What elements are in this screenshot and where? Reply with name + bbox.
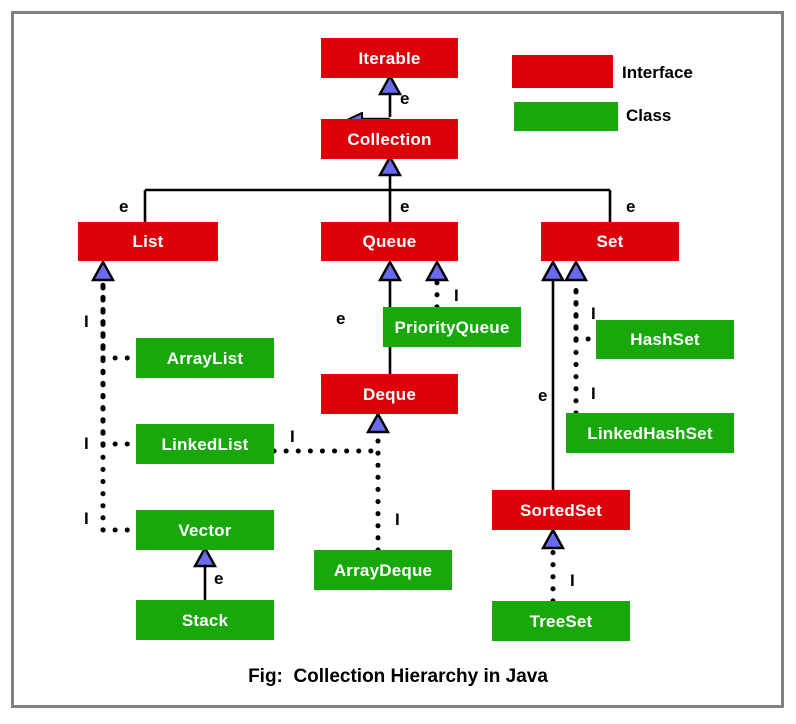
- legend-label-interface: Interface: [622, 63, 693, 82]
- node-set[interactable]: Set: [541, 222, 679, 261]
- legend-label-class: Class: [626, 106, 672, 125]
- node-hashset[interactable]: HashSet: [596, 320, 734, 359]
- node-list[interactable]: List: [78, 222, 218, 261]
- node-arraylist[interactable]: ArrayList: [136, 338, 274, 378]
- edge-label-arraydeque-deque: I: [395, 510, 400, 529]
- node-treeset[interactable]: TreeSet: [492, 601, 630, 641]
- node-label: HashSet: [630, 330, 700, 349]
- edge-label-list-collection: e: [119, 197, 129, 216]
- diagram-canvas: Iterable -->: [0, 0, 796, 724]
- node-label: Set: [596, 232, 624, 251]
- arrowhead-queue-deque: [377, 259, 403, 282]
- node-linkedlist[interactable]: LinkedList: [136, 424, 274, 464]
- arrowhead-sortedset-impl: [540, 527, 566, 550]
- node-label: ArrayDeque: [333, 560, 433, 580]
- legend-swatch-class: [514, 102, 618, 131]
- edge-label-linkedlist-deque: I: [290, 427, 295, 446]
- node-label: ArrayList: [166, 348, 244, 368]
- node-label: SortedSet: [519, 500, 603, 520]
- arrowhead-list-impl: [90, 259, 116, 282]
- node-stack[interactable]: Stack: [136, 600, 274, 640]
- arrowhead-set-sortedset: [540, 259, 566, 282]
- node-iterable[interactable]: Iterable: [321, 38, 458, 78]
- figure-caption: Fig: Collection Hierarchy in Java: [248, 666, 548, 687]
- edge-label-vector-list: I: [84, 509, 89, 528]
- edge-label-set-collection: e: [626, 197, 636, 216]
- edge-label-hashset-set: I: [591, 304, 596, 323]
- node-label: Vector: [178, 520, 232, 540]
- edge-label-arraylist-list: I: [84, 312, 89, 331]
- node-vector[interactable]: Vector: [136, 510, 274, 550]
- edge-label-deque-queue: e: [336, 309, 346, 328]
- node-label: Deque: [363, 384, 416, 404]
- node-priorityqueue[interactable]: PriorityQueue: [383, 307, 521, 347]
- arrowhead-vector-stack: [192, 545, 218, 568]
- node-label: List: [132, 232, 164, 251]
- edge-label-linkedhashset-set: I: [591, 384, 596, 403]
- edge-label-collection-iterable: e: [400, 89, 410, 108]
- edge-label-sortedset-set: e: [538, 386, 548, 405]
- node-label: LinkedHashSet: [587, 423, 713, 443]
- node-deque[interactable]: Deque: [321, 374, 458, 414]
- node-label: Collection: [347, 129, 432, 149]
- node-label: Iterable: [358, 48, 421, 68]
- arrowhead-collection: [377, 154, 403, 177]
- legend-swatch-interface: [512, 55, 613, 88]
- arrowhead-deque-impl: [365, 411, 391, 434]
- edge-label-stack-vector: e: [214, 569, 224, 588]
- edge-label-linkedlist-list: I: [84, 434, 89, 453]
- node-queue[interactable]: Queue: [321, 222, 458, 261]
- node-sortedset[interactable]: SortedSet: [492, 490, 630, 530]
- node-label: Stack: [181, 610, 229, 630]
- connector-layer: Iterable -->: [90, 73, 612, 604]
- edge-label-treeset-sortedset: I: [570, 571, 575, 590]
- node-label: PriorityQueue: [394, 317, 510, 337]
- edge-label-queue-collection: e: [400, 197, 410, 216]
- node-label: TreeSet: [529, 611, 593, 631]
- node-label: LinkedList: [161, 434, 249, 454]
- node-arraydeque[interactable]: ArrayDeque: [314, 550, 452, 590]
- arrowhead-queue-impl: [424, 259, 450, 282]
- node-linkedhashset[interactable]: LinkedHashSet: [566, 413, 734, 453]
- edge-label-priorityqueue-queue: I: [454, 286, 459, 305]
- node-collection[interactable]: Collection: [321, 119, 458, 159]
- arrowhead-set-impl: [563, 259, 589, 282]
- arrowhead-iterable: [377, 73, 403, 96]
- node-label: Queue: [362, 232, 417, 251]
